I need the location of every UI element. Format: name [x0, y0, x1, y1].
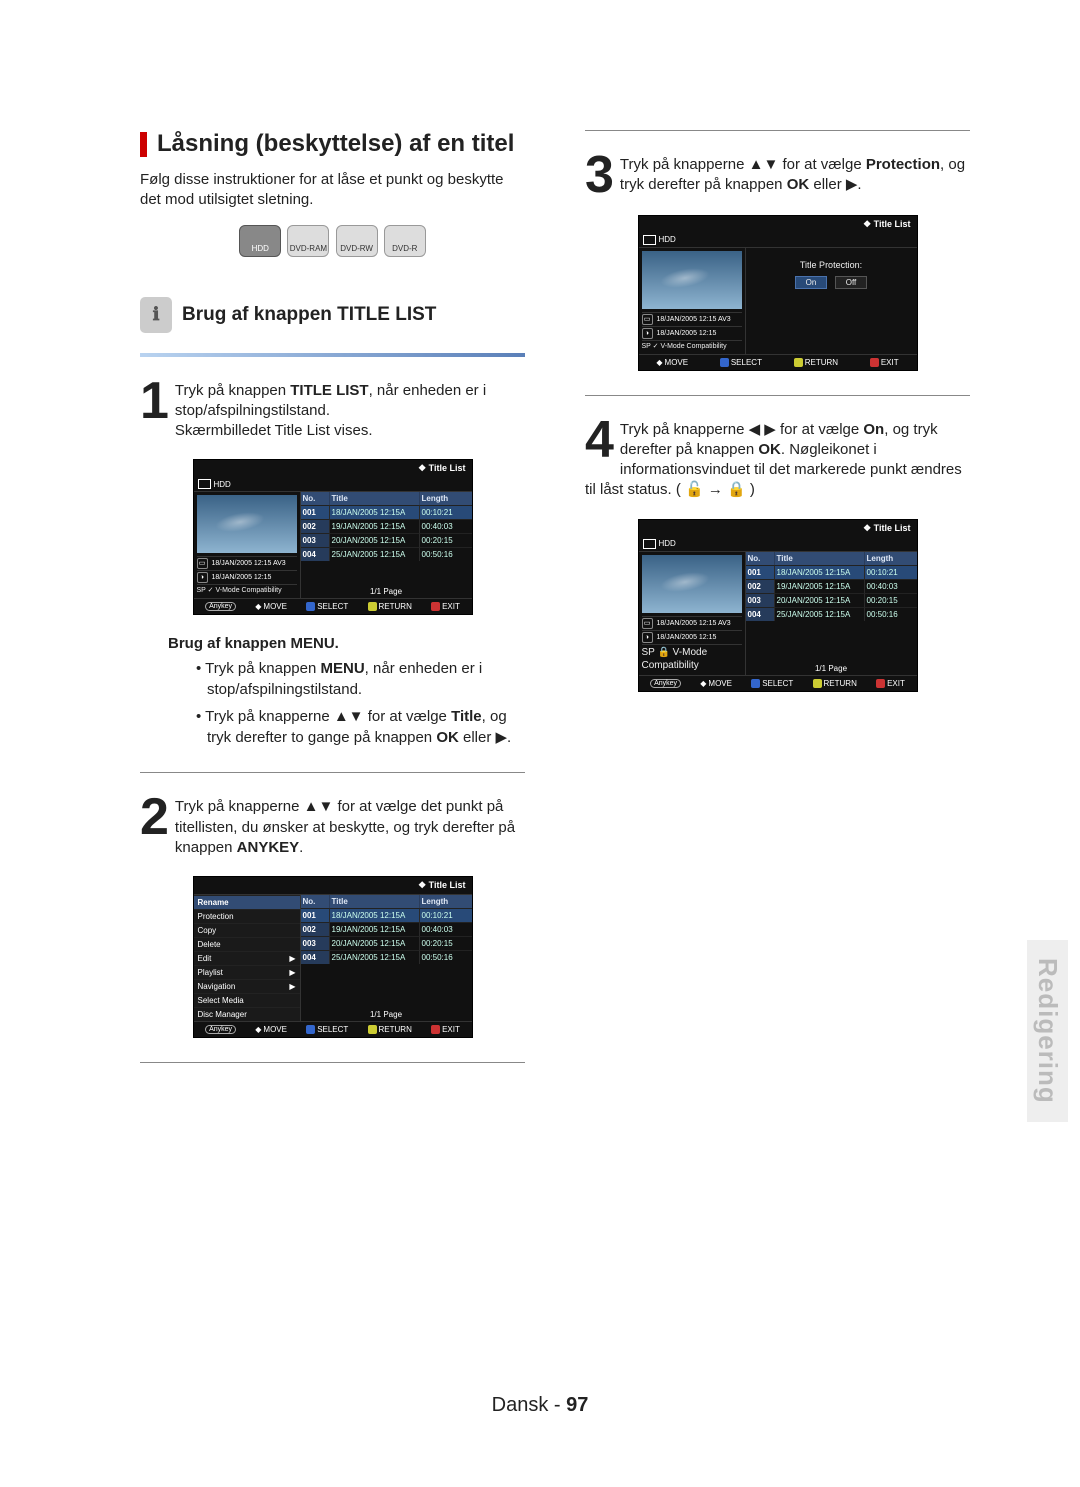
table-row[interactable]: 00320/JAN/2005 12:15A00:20:15: [301, 533, 472, 547]
step-2: 2 Tryk på knapperne ▲▼ for at vælge det …: [140, 797, 525, 858]
page-footer: Dansk - 97: [0, 1394, 1080, 1417]
table-row[interactable]: 00118/JAN/2005 12:15A00:10:21: [301, 505, 472, 519]
menu-navigation[interactable]: Navigation▶: [194, 979, 300, 993]
table-row[interactable]: 00118/JAN/2005 12:15A00:10:21: [746, 565, 917, 579]
ui-title-protection: ❖ Title List HDD ▭18/JAN/2005 12:15 AV3 …: [638, 215, 918, 371]
menu-protection[interactable]: Protection: [194, 909, 300, 923]
step-number-4: 4: [585, 420, 614, 462]
step-3: 3 Tryk på knapperne ▲▼ for at vælge Prot…: [585, 155, 970, 197]
gradient-separator: [140, 353, 525, 357]
ui-titlelist-locked: ❖ Title List HDD ▭18/JAN/2005 12:15 AV3 …: [638, 519, 918, 692]
step1-bold: TITLE LIST: [290, 382, 368, 399]
disc-row: HDD DVD-RAM DVD-RW DVD-R: [140, 225, 525, 257]
step-1: 1 Tryk på knappen TITLE LIST, når enhede…: [140, 381, 525, 442]
table-row[interactable]: 00425/JAN/2005 12:15A00:50:16: [301, 547, 472, 561]
thumb-info: ▭18/JAN/2005 12:15 AV3 ◑18/JAN/2005 12:1…: [194, 556, 300, 598]
subsection-text: Brug af knappen TITLE LIST: [182, 304, 436, 326]
step-4: 4 Tryk på knapperne ◀ ▶ for at vælge On,…: [585, 420, 970, 501]
menu-edit[interactable]: Edit▶: [194, 951, 300, 965]
table-row[interactable]: 00425/JAN/2005 12:15A00:50:16: [746, 607, 917, 621]
anykey-icon[interactable]: Anykey: [205, 602, 236, 611]
separator: [585, 395, 970, 396]
section-title: Låsning (beskyttelse) af en titel: [140, 130, 525, 158]
table-row[interactable]: 00320/JAN/2005 12:15A00:20:15: [301, 936, 472, 950]
disc-dvdram: DVD-RAM: [287, 225, 329, 257]
intro-text: Følg disse instruktioner for at låse et …: [140, 170, 525, 211]
ui-footer: Anykey ◆MOVE SELECT RETURN EXIT: [194, 599, 472, 614]
menu-playlist[interactable]: Playlist▶: [194, 965, 300, 979]
protection-off[interactable]: Off: [835, 276, 867, 289]
step2-a: Tryk på knapperne ▲▼ for at vælge det pu…: [175, 798, 515, 856]
thumbnail: [197, 495, 297, 553]
step1-c: Skærmbilledet Title List vises.: [175, 422, 373, 439]
thumbnail: [642, 555, 742, 613]
separator: [585, 130, 970, 131]
disc-hdd: HDD: [239, 225, 281, 257]
table-row[interactable]: 00320/JAN/2005 12:15A00:20:15: [746, 593, 917, 607]
step2-b: .: [299, 839, 303, 856]
disc-dvdrw: DVD-RW: [336, 225, 378, 257]
table-row[interactable]: 00219/JAN/2005 12:15A00:40:03: [746, 579, 917, 593]
titlelist-key-icon: ℹ︎: [140, 297, 172, 333]
ui-header: ❖ Title List: [194, 460, 472, 477]
table-row[interactable]: 00425/JAN/2005 12:15A00:50:16: [301, 950, 472, 964]
protection-label: Title Protection:: [800, 260, 862, 270]
step-number-2: 2: [140, 797, 169, 839]
separator: [140, 1062, 525, 1063]
menu-bullet-1: Tryk på knappen MENU, når enheden er i s…: [196, 658, 525, 700]
menu-delete[interactable]: Delete: [194, 937, 300, 951]
ui-titlelist-menu: ❖ Title List Rename Protection Copy Dele…: [193, 876, 473, 1038]
protection-on[interactable]: On: [795, 276, 827, 289]
ui-hdd-row: HDD: [194, 477, 472, 491]
step-number-1: 1: [140, 381, 169, 423]
step-number-3: 3: [585, 155, 614, 197]
separator: [140, 772, 525, 773]
table-row[interactable]: 00219/JAN/2005 12:15A00:40:03: [301, 519, 472, 533]
menu-subhead: Brug af knappen MENU.: [168, 635, 525, 652]
disc-dvdr: DVD-R: [384, 225, 426, 257]
menu-selectmedia[interactable]: Select Media: [194, 993, 300, 1007]
page-count: 1/1 Page: [301, 585, 472, 598]
sidebar-tab: Redigering: [1027, 940, 1068, 1122]
table-header: No.TitleLength: [301, 492, 472, 505]
anykey-icon[interactable]: Anykey: [205, 1025, 236, 1034]
step2-bold: ANYKEY: [237, 839, 300, 856]
red-bar: [140, 132, 147, 157]
step1-a: Tryk på knappen: [175, 382, 290, 399]
lock-icon: SP 🔒 V-Mode Compatibility: [642, 646, 742, 672]
anykey-icon[interactable]: Anykey: [650, 679, 681, 688]
ui-titlelist-1: ❖ Title List HDD ▭18/JAN/2005 12:15 AV3 …: [193, 459, 473, 615]
table-row[interactable]: 00219/JAN/2005 12:15A00:40:03: [301, 922, 472, 936]
thumbnail: [642, 251, 742, 309]
menu-rename[interactable]: Rename: [194, 895, 300, 909]
subsection-header: ℹ︎ Brug af knappen TITLE LIST: [140, 297, 525, 333]
section-title-text: Låsning (beskyttelse) af en titel: [157, 130, 514, 158]
context-menu[interactable]: Rename Protection Copy Delete Edit▶ Play…: [194, 895, 300, 1021]
menu-discmanager[interactable]: Disc Manager: [194, 1007, 300, 1021]
menu-bullet-2: Tryk på knapperne ▲▼ for at vælge Title,…: [196, 706, 525, 748]
menu-copy[interactable]: Copy: [194, 923, 300, 937]
table-row[interactable]: 00118/JAN/2005 12:15A00:10:21: [301, 908, 472, 922]
